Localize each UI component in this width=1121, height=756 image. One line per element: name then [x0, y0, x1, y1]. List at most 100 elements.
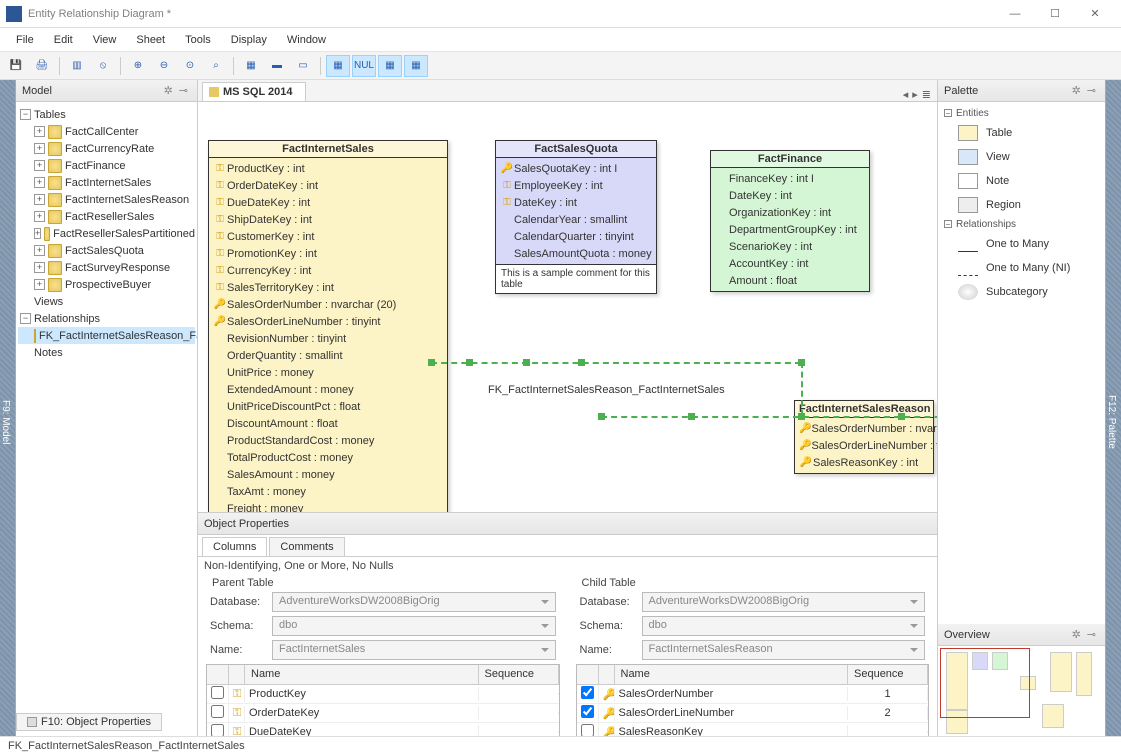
entity-column[interactable]: ⚿ProductKey : int [213, 160, 443, 177]
entity-FactFinance[interactable]: FactFinanceFinanceKey : int IDateKey : i… [710, 150, 870, 292]
entity-column[interactable]: CalendarQuarter : tinyint [500, 228, 652, 245]
chevron-left-icon[interactable]: ◂ [903, 88, 909, 101]
entity-column[interactable]: SalesAmount : money [213, 466, 443, 483]
tree-item[interactable]: +FactResellerSalesPartitioned [18, 225, 195, 242]
tree-item[interactable]: FK_FactInternetSalesReason_FactInternetS… [18, 327, 195, 344]
tree-expand-icon[interactable]: + [34, 143, 45, 154]
entity-FactInternetSalesReason[interactable]: FactInternetSalesReason🔑SalesOrderNumber… [794, 400, 934, 474]
snap-right-icon[interactable]: ▭ [291, 55, 315, 77]
nul-icon[interactable]: NUL [352, 55, 376, 77]
snap-left-icon[interactable]: ▦ [239, 55, 263, 77]
grid-row[interactable]: ⚿OrderDateKey [207, 704, 559, 723]
tree-expand-icon[interactable]: + [34, 177, 45, 188]
combo-name[interactable]: FactInternetSales [272, 640, 556, 660]
entity-column[interactable]: 🔑SalesQuotaKey : int I [500, 160, 652, 177]
tree-item[interactable]: −Relationships [18, 310, 195, 327]
palette-item-view[interactable]: View [938, 145, 1105, 169]
menu-window[interactable]: Window [277, 30, 336, 50]
menu-display[interactable]: Display [221, 30, 277, 50]
tree-item[interactable]: +FactCallCenter [18, 123, 195, 140]
palette-item-one-to-many[interactable]: One to Many [938, 232, 1105, 256]
grid-row[interactable]: 🔑SalesOrderNumber1 [577, 685, 929, 704]
zoom-fit-icon[interactable]: ⊙ [178, 55, 202, 77]
entity-column[interactable]: 🔑SalesOrderNumber : nvarchar [799, 420, 929, 437]
grid-row[interactable]: 🔑SalesOrderLineNumber2 [577, 704, 929, 723]
palette-item-one-to-many-ni-[interactable]: One to Many (NI) [938, 256, 1105, 280]
tree-item[interactable]: +FactResellerSales [18, 208, 195, 225]
combo-schema[interactable]: dbo [642, 616, 926, 636]
combo-name[interactable]: FactInternetSalesReason [642, 640, 926, 660]
tree-item[interactable]: +FactSalesQuota [18, 242, 195, 259]
entity-column[interactable]: 🔑SalesReasonKey : int [799, 454, 929, 471]
zoom-region-icon[interactable]: ⌕ [204, 55, 228, 77]
tree-expand-icon[interactable]: + [34, 211, 45, 222]
snap-center-icon[interactable]: ▬ [265, 55, 289, 77]
entity-column[interactable]: ⚿ShipDateKey : int [213, 211, 443, 228]
entity-column[interactable]: 🔑SalesOrderLineNumber : tinyint [213, 313, 443, 330]
chevron-right-icon[interactable]: ▸ [912, 88, 918, 101]
palette-group[interactable]: −Entities [938, 106, 1105, 121]
row-checkbox[interactable] [581, 705, 594, 718]
tree-item[interactable]: Views [18, 293, 195, 310]
palette-item-table[interactable]: Table [938, 121, 1105, 145]
save-icon[interactable]: 💾 [4, 55, 28, 77]
entity-column[interactable]: ⚿DateKey : int [500, 194, 652, 211]
tree-item[interactable]: +ProspectiveBuyer [18, 276, 195, 293]
entity-column[interactable]: UnitPriceDiscountPct : float [213, 398, 443, 415]
row-checkbox[interactable] [211, 686, 224, 699]
maximize-button[interactable]: ☐ [1035, 0, 1075, 28]
entity-column[interactable]: ⚿DueDateKey : int [213, 194, 443, 211]
entity-column[interactable]: ⚿CurrencyKey : int [213, 262, 443, 279]
tree-item[interactable]: +FactFinance [18, 157, 195, 174]
right-tab-palette[interactable]: F12: Palette [1105, 80, 1121, 756]
objprops-tab-comments[interactable]: Comments [269, 537, 344, 556]
entity-column[interactable]: ProductStandardCost : money [213, 432, 443, 449]
toggle-a-icon[interactable]: ▦ [326, 55, 350, 77]
grid-header-name[interactable]: Name [615, 665, 849, 684]
entity-column[interactable]: OrganizationKey : int [715, 204, 865, 221]
entity-column[interactable]: ⚿EmployeeKey : int [500, 177, 652, 194]
entity-column[interactable]: TaxAmt : money [213, 483, 443, 500]
menu-sheet[interactable]: Sheet [126, 30, 175, 50]
combo-db[interactable]: AdventureWorksDW2008BigOrig [642, 592, 926, 612]
tree-expand-icon[interactable]: + [34, 228, 41, 239]
entity-column[interactable]: ⚿PromotionKey : int [213, 245, 443, 262]
combo-db[interactable]: AdventureWorksDW2008BigOrig [272, 592, 556, 612]
row-checkbox[interactable] [211, 705, 224, 718]
palette-group[interactable]: −Relationships [938, 217, 1105, 232]
tree-item[interactable]: +FactSurveyResponse [18, 259, 195, 276]
entity-column[interactable]: DepartmentGroupKey : int [715, 221, 865, 238]
gear-icon[interactable]: ✲ [161, 84, 176, 97]
entity-column[interactable]: FinanceKey : int I [715, 170, 865, 187]
entity-column[interactable]: ⚿SalesTerritoryKey : int [213, 279, 443, 296]
entity-column[interactable]: TotalProductCost : money [213, 449, 443, 466]
entity-column[interactable]: OrderQuantity : smallint [213, 347, 443, 364]
pin-icon[interactable]: ⊸ [176, 84, 191, 97]
gear-icon[interactable]: ✲ [1069, 628, 1084, 641]
print-icon[interactable]: 🖨 [30, 55, 54, 77]
canvas-tab[interactable]: MS SQL 2014 [202, 82, 306, 101]
tree-expand-icon[interactable]: + [34, 245, 45, 256]
zoom-out-icon[interactable]: ⊖ [152, 55, 176, 77]
combo-schema[interactable]: dbo [272, 616, 556, 636]
tree-expand-icon[interactable]: − [20, 313, 31, 324]
pin-icon[interactable]: ⊸ [1084, 628, 1099, 641]
canvas-area[interactable]: FactResellerSalesPartProductKey : int⚿Or… [198, 102, 937, 756]
tree-item[interactable]: +FactCurrencyRate [18, 140, 195, 157]
row-checkbox[interactable] [581, 686, 594, 699]
tree-item[interactable]: Notes [18, 344, 195, 361]
entity-column[interactable]: UnitPrice : money [213, 364, 443, 381]
entity-column[interactable]: ⚿OrderDateKey : int [213, 177, 443, 194]
palette-item-region[interactable]: Region [938, 193, 1105, 217]
tree-expand-icon[interactable]: + [34, 279, 45, 290]
entity-column[interactable]: Amount : float [715, 272, 865, 289]
tree-expand-icon[interactable]: + [34, 126, 45, 137]
toggle-c-icon[interactable]: ▦ [404, 55, 428, 77]
page-setup-icon[interactable]: ▥ [65, 55, 89, 77]
bottom-tab-objprops[interactable]: F10: Object Properties [16, 713, 162, 731]
menu-view[interactable]: View [83, 30, 127, 50]
objprops-tab-columns[interactable]: Columns [202, 537, 267, 556]
relationship-label[interactable]: FK_FactInternetSalesReason_FactInternetS… [488, 384, 725, 396]
zoom-in-icon[interactable]: ⊕ [126, 55, 150, 77]
toggle-b-icon[interactable]: ▦ [378, 55, 402, 77]
